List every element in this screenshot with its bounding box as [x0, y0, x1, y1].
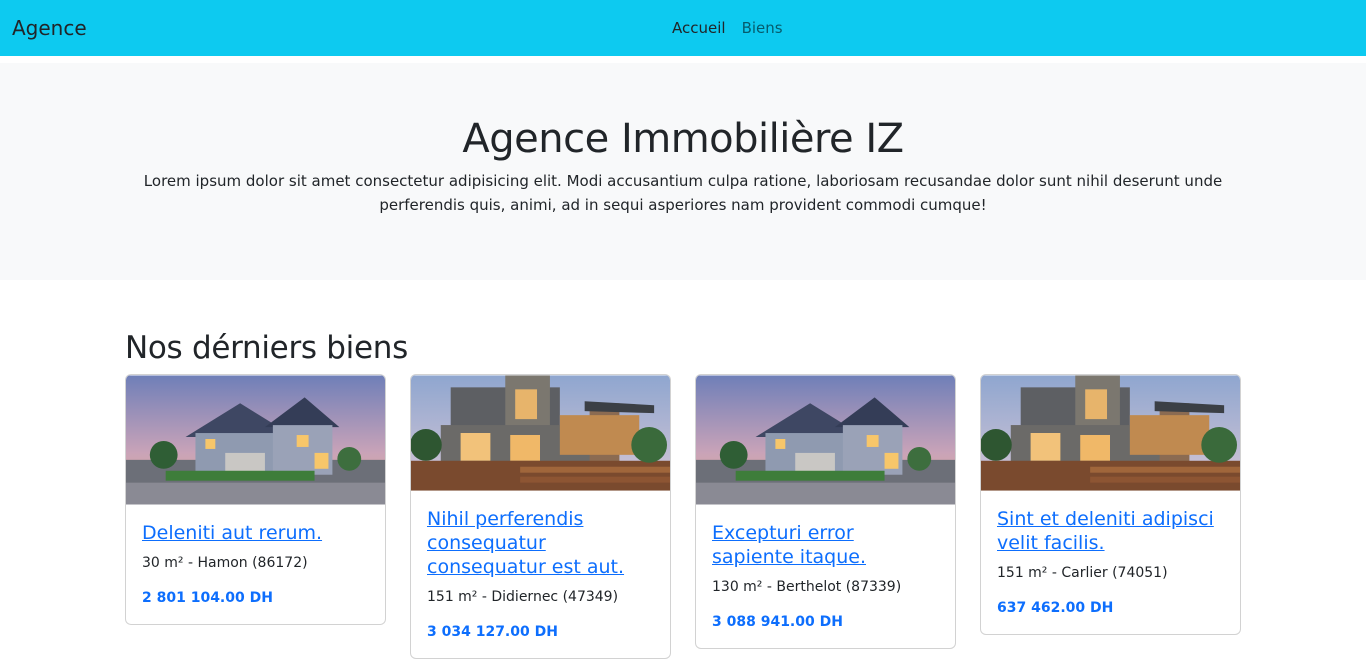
property-price: 637 462.00 DH: [997, 600, 1114, 616]
house-modern-photo: [411, 375, 670, 491]
card-body: Sint et deleniti adipisci velit facilis.…: [981, 491, 1240, 634]
property-price: 2 801 104.00 DH: [142, 590, 273, 606]
nav-link-accueil[interactable]: Accueil: [672, 19, 726, 37]
property-price: 3 034 127.00 DH: [427, 624, 558, 640]
property-meta: 30 m² - Hamon (86172): [142, 555, 308, 571]
property-meta: 151 m² - Carlier (74051): [997, 565, 1168, 581]
house-craftsman-photo: [126, 375, 385, 505]
navbar: Agence Accueil Biens: [0, 0, 1366, 56]
property-title-link[interactable]: Sint et deleniti adipisci velit facilis.: [997, 507, 1224, 555]
house-craftsman-photo: [696, 375, 955, 505]
hero-title: Agence Immobilière IZ: [462, 116, 904, 162]
property-price: 3 088 941.00 DH: [712, 614, 843, 630]
property-card: Nihil perferendis consequatur consequatu…: [410, 374, 671, 659]
property-meta: 151 m² - Didiernec (47349): [427, 589, 619, 605]
hero-text: Lorem ipsum dolor sit amet consectetur a…: [143, 172, 1223, 214]
section-title: Nos dérniers biens: [125, 330, 408, 366]
property-title-link[interactable]: Nihil perferendis consequatur consequatu…: [427, 507, 654, 579]
card-body: Deleniti aut rerum. 30 m² - Hamon (86172…: [126, 505, 385, 624]
card-body: Excepturi error sapiente itaque. 130 m² …: [696, 505, 955, 648]
house-modern-photo: [981, 375, 1240, 491]
card-body: Nihil perferendis consequatur consequatu…: [411, 491, 670, 658]
nav-links: Accueil Biens: [672, 0, 783, 56]
nav-link-biens[interactable]: Biens: [742, 19, 783, 37]
property-card: Excepturi error sapiente itaque. 130 m² …: [695, 374, 956, 649]
property-title-link[interactable]: Deleniti aut rerum.: [142, 521, 369, 545]
property-card: Deleniti aut rerum. 30 m² - Hamon (86172…: [125, 374, 386, 625]
property-card: Sint et deleniti adipisci velit facilis.…: [980, 374, 1241, 635]
brand-link[interactable]: Agence: [12, 16, 87, 40]
property-title-link[interactable]: Excepturi error sapiente itaque.: [712, 521, 939, 569]
hero-section: Agence Immobilière IZ Lorem ipsum dolor …: [0, 63, 1366, 280]
property-meta: 130 m² - Berthelot (87339): [712, 579, 902, 595]
